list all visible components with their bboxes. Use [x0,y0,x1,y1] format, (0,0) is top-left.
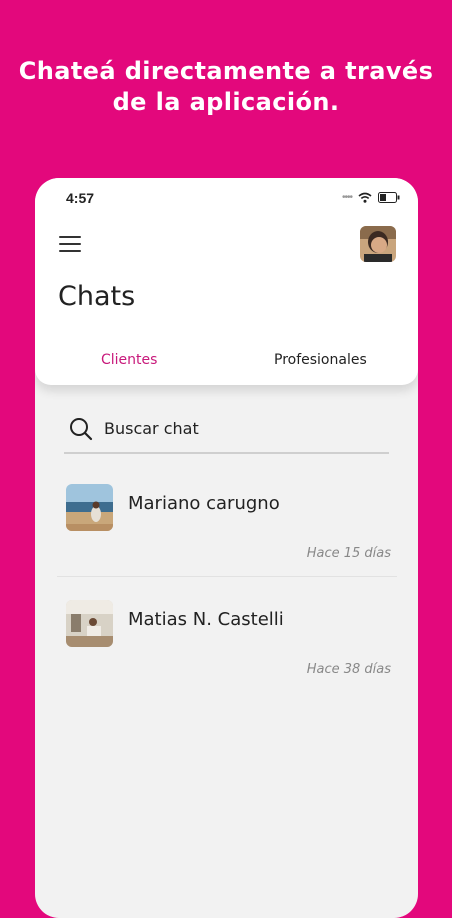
list-item-chat[interactable]: Matias N. Castelli Hace 38 días [35,584,418,699]
search-label: Buscar chat [104,419,199,438]
status-icons: •••• [342,192,400,203]
list-item-chat[interactable]: Mariano carugno Hace 15 días [35,468,418,583]
chat-name: Mariano carugno [128,493,280,514]
wifi-icon [358,192,372,203]
promo-line-2: de la aplicación. [112,88,340,116]
promo-heading: Chateá directamente a través de la aplic… [0,56,452,118]
tab-clientes[interactable]: Clientes [101,352,157,368]
search-icon [70,418,93,441]
promo-line-1: Chateá directamente a través [18,57,434,85]
chat-time: Hace 38 días [306,662,391,677]
chat-avatar [66,484,113,531]
chat-avatar [66,600,113,647]
status-time: 4:57 [66,190,95,206]
header-panel: 4:57 •••• Chats Clientes Profesionales [35,178,418,385]
battery-icon [378,192,400,203]
search-input[interactable]: Buscar chat [64,416,389,454]
tab-profesionales[interactable]: Profesionales [274,352,367,368]
hamburger-menu-icon[interactable] [59,236,81,252]
phone-screen: 4:57 •••• Chats Clientes Profesionales B… [35,178,418,918]
chat-name: Matias N. Castelli [128,609,284,630]
page-title: Chats [58,281,136,312]
chat-time: Hace 15 días [306,546,391,561]
divider [57,576,397,577]
signal-dots-icon: •••• [341,192,353,203]
avatar[interactable] [360,226,396,262]
